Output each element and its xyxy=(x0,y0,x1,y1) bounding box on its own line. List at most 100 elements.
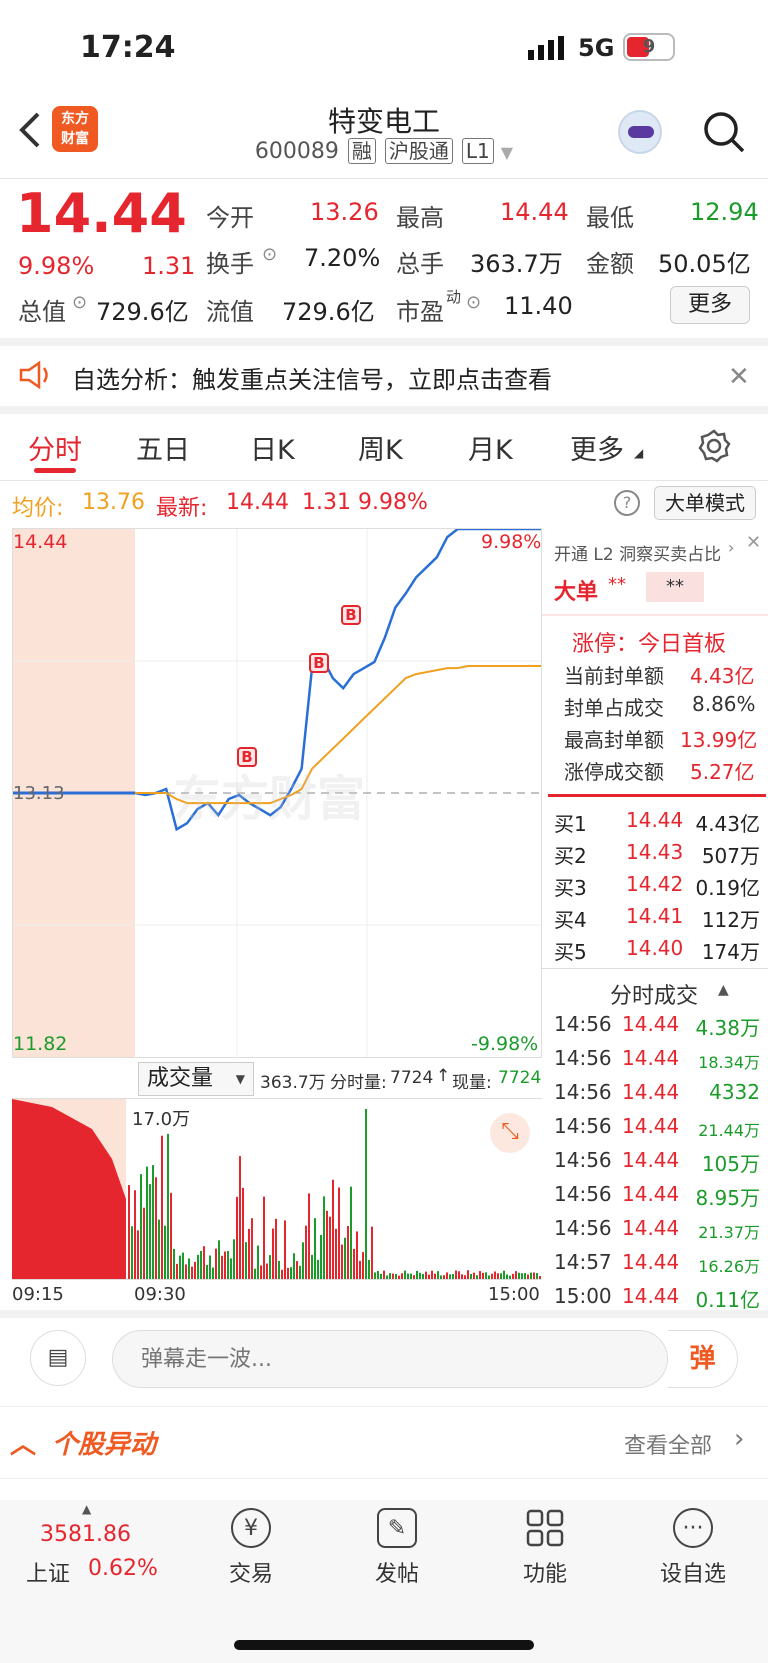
more-dots-icon: ··· xyxy=(673,1508,713,1548)
volume-bar xyxy=(137,1230,139,1279)
volume-bar xyxy=(215,1248,217,1279)
pe-value: 11.40 xyxy=(504,292,573,320)
close-icon[interactable]: ✕ xyxy=(746,532,761,553)
info-icon[interactable]: ⊙ xyxy=(72,292,87,313)
volume-bar xyxy=(317,1259,319,1279)
info-icon[interactable]: ⊙ xyxy=(466,292,481,313)
watermark: 东方财富 xyxy=(173,771,366,827)
big-order-mode-button[interactable]: 大单模式 xyxy=(654,486,756,520)
avg-label: 均价: xyxy=(12,496,64,521)
level-price: 14.42 xyxy=(626,872,684,896)
nav-add-watchlist[interactable]: ··· 设自选 xyxy=(638,1508,748,1588)
pe-label: 市盈 xyxy=(396,298,444,326)
tab-month-k[interactable]: 月K xyxy=(468,428,513,467)
volume-bar xyxy=(179,1255,181,1279)
view-all-link[interactable]: 查看全部 xyxy=(624,1428,712,1460)
volume-bar xyxy=(332,1179,334,1279)
expand-icon[interactable]: ⤡ xyxy=(490,1113,530,1153)
nav-label: 交易 xyxy=(228,1562,273,1587)
volume-bar xyxy=(407,1273,409,1279)
tag-level: L1 xyxy=(461,138,494,164)
network-label: 5G xyxy=(578,34,615,62)
volume-bar xyxy=(254,1268,256,1279)
help-icon[interactable]: ? xyxy=(614,490,640,516)
volume-bar xyxy=(518,1272,520,1279)
volume-chart[interactable]: 17.0万 ⤡ xyxy=(12,1098,542,1280)
now-label: 现量: xyxy=(452,1073,492,1093)
change-amount: 1.31 xyxy=(142,252,196,280)
tab-week-k[interactable]: 周K xyxy=(358,428,403,467)
tab-more[interactable]: 更多 xyxy=(570,428,624,467)
volume-bar xyxy=(203,1246,205,1279)
more-button[interactable]: 更多 xyxy=(670,286,750,324)
battery-icon: 9 xyxy=(623,33,675,61)
divider xyxy=(542,968,768,969)
volume-bar xyxy=(269,1255,271,1279)
mktcap-value: 729.6亿 xyxy=(96,298,189,326)
nav-functions[interactable]: 功能 xyxy=(490,1508,600,1588)
nav-trade[interactable]: ¥ 交易 xyxy=(196,1508,306,1588)
banner-text: 自选分析：触发重点关注信号，立即点击查看 xyxy=(72,366,552,394)
level-volume: 507万 xyxy=(701,844,760,868)
trades-title[interactable]: 分时成交 xyxy=(610,978,698,1010)
danmu-settings-icon[interactable]: ▤ xyxy=(30,1330,86,1386)
speaker-icon xyxy=(18,360,54,390)
l2-upgrade-link[interactable]: 开通 L2 洞察买卖占比 xyxy=(554,540,721,565)
danmu-input[interactable] xyxy=(112,1330,668,1388)
close-icon[interactable]: ✕ xyxy=(728,362,750,392)
level-price: 14.44 xyxy=(626,808,684,832)
trade-row: 14:56 14.44 105万 xyxy=(554,1148,760,1176)
max-seal-label: 最高封单额 xyxy=(564,728,664,752)
volume-bar xyxy=(443,1275,445,1279)
volume-bar xyxy=(509,1275,511,1279)
time-open-label: 09:30 xyxy=(134,1284,186,1305)
index-value[interactable]: 3581.86 xyxy=(40,1522,131,1547)
level-price: 14.43 xyxy=(626,840,684,864)
volume-bar xyxy=(239,1156,241,1279)
volume-bar xyxy=(296,1261,298,1279)
y-max-label: 14.44 xyxy=(13,531,68,553)
tab-five-day[interactable]: 五日 xyxy=(136,428,190,467)
tab-day-k[interactable]: 日K xyxy=(250,428,295,467)
seal-ratio-label: 封单占成交 xyxy=(564,696,664,720)
volume-bar xyxy=(143,1207,145,1279)
tag-connect: 沪股通 xyxy=(384,138,453,164)
volume-bar xyxy=(467,1270,469,1279)
volume-bar xyxy=(275,1218,277,1279)
chevron-up-icon[interactable]: ︿ xyxy=(10,1424,36,1461)
float-label: 流值 xyxy=(206,298,254,326)
volume-label: 总手 xyxy=(396,250,444,278)
tab-intraday[interactable]: 分时 xyxy=(28,428,82,467)
info-icon[interactable]: ⊙ xyxy=(262,244,277,265)
robot-avatar-icon[interactable] xyxy=(618,110,662,154)
danmu-send-button[interactable]: 弹 xyxy=(668,1330,738,1388)
volume-bar xyxy=(425,1271,427,1279)
signal-icon xyxy=(528,36,566,60)
alerts-title: 个股异动 xyxy=(52,1430,157,1460)
level-volume: 0.19亿 xyxy=(695,876,760,900)
gear-icon[interactable] xyxy=(696,428,732,464)
volume-bar xyxy=(341,1244,343,1279)
volume-bars-svg xyxy=(12,1099,541,1279)
volume-bar xyxy=(347,1225,349,1279)
volume-max-label: 17.0万 xyxy=(132,1109,191,1130)
open-value: 13.26 xyxy=(310,198,379,226)
volume-bar xyxy=(131,1226,133,1279)
volume-bar xyxy=(218,1240,220,1279)
pencil-icon: ✎ xyxy=(377,1508,417,1548)
level-volume: 112万 xyxy=(701,908,760,932)
nav-label: 功能 xyxy=(522,1562,567,1587)
volume-selector[interactable]: 成交量 ▼ xyxy=(138,1062,254,1096)
volume-bar xyxy=(533,1272,535,1279)
search-icon[interactable] xyxy=(702,110,746,154)
big-order-sell: ** xyxy=(646,572,704,602)
latest-value: 14.44 xyxy=(226,490,289,515)
nav-post[interactable]: ✎ 发帖 xyxy=(342,1508,452,1588)
latest-change: 1.31 xyxy=(302,490,351,515)
volume-bar xyxy=(248,1228,250,1279)
analysis-banner[interactable]: 自选分析：触发重点关注信号，立即点击查看 ✕ xyxy=(0,346,768,406)
volume-bar xyxy=(503,1270,505,1279)
intraday-chart[interactable]: 东方财富 14.44 13.13 11.82 9.98% -9.98% B B … xyxy=(12,528,542,1058)
volume-bar xyxy=(449,1274,451,1279)
volume-bar xyxy=(521,1273,523,1279)
